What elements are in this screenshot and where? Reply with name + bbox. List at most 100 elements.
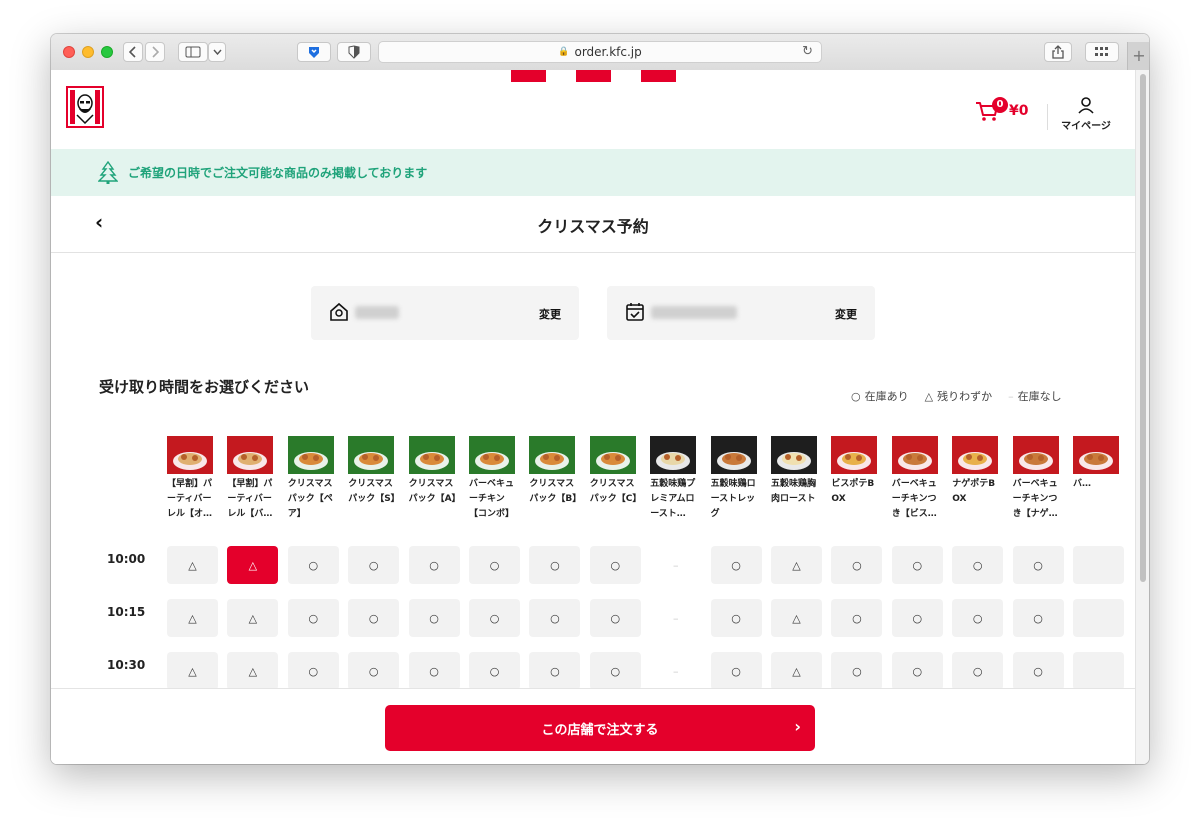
product-thumbnail: [469, 436, 515, 474]
kfc-logo[interactable]: [66, 86, 104, 128]
time-slot[interactable]: [1073, 599, 1124, 637]
product-column: バーベキューチキンつき【ナゲ…: [1012, 436, 1063, 522]
product-thumbnail: [348, 436, 395, 474]
product-name: 【早割】パーティバーレル【バ…: [227, 479, 273, 519]
time-slot[interactable]: ○: [710, 546, 762, 584]
time-slot[interactable]: [1073, 652, 1124, 690]
address-bar[interactable]: 🔒 order.kfc.jp ↻: [378, 41, 822, 63]
product-name: 五穀味鶏プレミアムロースト…: [650, 479, 696, 519]
top-stripe: [576, 70, 611, 82]
product-column: 五穀味鶏胸肉ロースト: [771, 436, 821, 522]
product-name: 五穀味鶏胸肉ロースト: [771, 479, 817, 504]
time-slot[interactable]: ○: [952, 546, 1004, 584]
stock-legend: ○ 在庫あり △ 残りわずか – 在庫なし: [851, 388, 1062, 404]
time-slot[interactable]: ○: [952, 652, 1004, 690]
top-stripe: [641, 70, 676, 82]
sidebar-menu-button[interactable]: [208, 42, 226, 62]
chevron-right-icon: [152, 46, 159, 58]
time-slot[interactable]: ○: [1012, 652, 1064, 690]
time-slot[interactable]: ○: [589, 652, 641, 690]
time-slot[interactable]: △: [771, 652, 822, 690]
time-slot[interactable]: [1073, 546, 1124, 584]
time-slot[interactable]: ○: [348, 652, 400, 690]
time-slot[interactable]: ○: [408, 546, 460, 584]
time-slot[interactable]: ○: [1012, 599, 1064, 637]
legend-item-low-stock: △ 残りわずか: [924, 390, 993, 403]
product-name: バーベキューチキン【コンボ】: [469, 479, 515, 519]
close-window-button[interactable]: [63, 46, 75, 58]
product-thumbnail: [408, 436, 455, 474]
tab-overview-button[interactable]: [1085, 42, 1119, 62]
product-thumbnail: [1073, 436, 1119, 474]
time-slot[interactable]: ○: [408, 652, 460, 690]
back-nav-button[interactable]: [123, 42, 143, 62]
time-slot[interactable]: ○: [891, 599, 943, 637]
forward-nav-button[interactable]: [145, 42, 165, 62]
time-slot[interactable]: ○: [831, 652, 883, 690]
store-change-button[interactable]: 変更: [539, 306, 561, 322]
store-selector[interactable]: 変更: [311, 286, 579, 340]
date-change-button[interactable]: 変更: [835, 306, 857, 322]
time-slot[interactable]: △: [167, 546, 218, 584]
time-slot[interactable]: ○: [469, 599, 520, 637]
time-slot-selected[interactable]: △: [227, 546, 279, 584]
time-slot[interactable]: △: [227, 652, 279, 690]
product-column: ナゲポテBOX: [952, 436, 1002, 522]
time-slot[interactable]: ○: [287, 599, 339, 637]
time-slot[interactable]: ○: [469, 652, 520, 690]
product-thumbnail: [831, 436, 878, 474]
legend-item-in-stock: ○ 在庫あり: [851, 390, 909, 403]
time-slot[interactable]: ○: [529, 652, 581, 690]
time-slot[interactable]: ○: [710, 599, 762, 637]
cart-button[interactable]: 0 ¥0: [975, 97, 1028, 122]
product-name: バ…: [1073, 479, 1092, 489]
colonel-logo-icon: [70, 90, 100, 124]
scrollbar-thumb[interactable]: [1140, 74, 1146, 582]
chevron-right-icon: ›: [794, 717, 801, 736]
order-at-store-button[interactable]: この店舗で注文する ›: [385, 705, 815, 751]
product-name: ビスポテBOX: [831, 479, 875, 504]
time-slot[interactable]: ○: [891, 546, 943, 584]
time-slot[interactable]: ○: [589, 546, 641, 584]
time-slot[interactable]: ○: [348, 546, 400, 584]
page-scrollbar[interactable]: [1135, 70, 1149, 764]
reload-icon[interactable]: ↻: [802, 44, 813, 59]
time-slot[interactable]: ○: [287, 652, 339, 690]
browser-window: 🔒 order.kfc.jp ↻ + 0 ¥0 マイページ ご希望の日時でご注文…: [51, 34, 1149, 764]
date-selector[interactable]: 変更: [607, 286, 875, 340]
time-slot[interactable]: △: [771, 546, 822, 584]
time-slot[interactable]: △: [167, 652, 218, 690]
time-slot[interactable]: △: [167, 599, 218, 637]
chevron-down-icon: [212, 49, 222, 55]
product-column: クリスマスパック【B】: [529, 436, 579, 522]
time-slot[interactable]: ○: [831, 599, 883, 637]
new-tab-button[interactable]: +: [1127, 42, 1149, 70]
time-slot[interactable]: ○: [348, 599, 400, 637]
sidebar-toggle-button[interactable]: [178, 42, 208, 62]
mypage-button[interactable]: マイページ: [1061, 96, 1111, 132]
extension-button[interactable]: [297, 42, 331, 62]
maximize-window-button[interactable]: [101, 46, 113, 58]
time-slot[interactable]: ○: [1012, 546, 1064, 584]
time-slot[interactable]: ○: [952, 599, 1004, 637]
share-icon: [1052, 45, 1064, 59]
time-slot[interactable]: ○: [529, 546, 581, 584]
privacy-report-button[interactable]: [337, 42, 371, 62]
share-button[interactable]: [1044, 42, 1072, 62]
time-slot[interactable]: ○: [891, 652, 943, 690]
time-slot[interactable]: ○: [469, 546, 520, 584]
time-slot[interactable]: ○: [831, 546, 883, 584]
time-slot[interactable]: △: [227, 599, 279, 637]
time-slot[interactable]: ○: [287, 546, 339, 584]
time-slot[interactable]: ○: [529, 599, 581, 637]
product-column: 五穀味鶏ローストレッグ: [710, 436, 761, 522]
christmas-tree-icon: [98, 160, 118, 184]
privacy-shield-icon: [348, 45, 360, 59]
minimize-window-button[interactable]: [82, 46, 94, 58]
time-slot[interactable]: ○: [589, 599, 641, 637]
time-slot[interactable]: ○: [408, 599, 460, 637]
time-slot[interactable]: △: [771, 599, 822, 637]
time-slot[interactable]: ○: [710, 652, 762, 690]
header-divider: [1047, 104, 1048, 130]
web-page: 0 ¥0 マイページ ご希望の日時でご注文可能な商品のみ掲載しております ‹ ク…: [51, 70, 1135, 764]
